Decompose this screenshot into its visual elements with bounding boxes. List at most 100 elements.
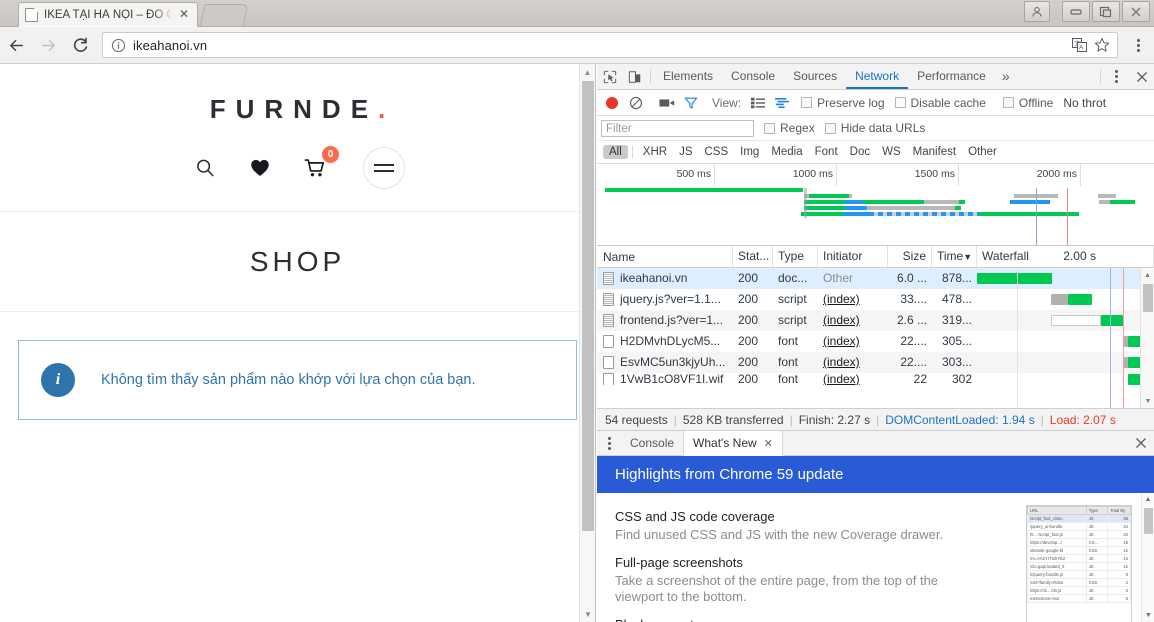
info-circle-icon[interactable] [111,38,126,53]
drawer-tab-console[interactable]: Console [621,431,683,455]
type-filter-doc[interactable]: Doc [844,145,876,159]
cell-type: script [778,292,807,306]
close-button[interactable] [1122,1,1150,22]
whats-new-scrollbar[interactable]: ▲ ▼ [1141,493,1154,622]
column-header-waterfall[interactable]: Waterfall 2.00 s [977,246,1154,267]
tab-sources[interactable]: Sources [784,64,846,89]
tab-elements[interactable]: Elements [654,64,722,89]
search-button[interactable] [190,153,220,183]
type-filter-other[interactable]: Other [962,145,1003,159]
menu-button[interactable] [363,147,405,189]
capture-screenshots-button[interactable] [655,91,679,115]
column-header-name[interactable]: Name [597,246,733,267]
type-filter-js[interactable]: JS [673,145,698,159]
whats-new-scrollbar-thumb[interactable] [1144,508,1153,534]
disable-cache-checkbox[interactable]: Disable cache [894,96,986,110]
reload-button[interactable] [64,29,96,61]
profile-button[interactable] [1024,1,1050,22]
type-filter-font[interactable]: Font [809,145,844,159]
cell-initiator[interactable]: (index) [818,310,888,331]
table-row[interactable]: ikeahanoi.vn 200 doc... Other 6.0 ... 87… [597,268,1154,289]
scroll-down-arrow-icon[interactable]: ▼ [580,606,595,622]
cart-button[interactable]: 0 [300,146,339,183]
initiator-link[interactable]: (index) [823,313,860,327]
cell-initiator[interactable]: (index) [818,352,888,373]
view-list-button[interactable] [746,91,770,115]
page-scrollbar-thumb[interactable] [582,81,594,531]
table-row[interactable]: frontend.js?ver=1... 200 script (index) … [597,310,1154,331]
scroll-down-arrow-icon[interactable]: ▼ [1141,394,1154,408]
hide-data-urls-checkbox[interactable]: Hide data URLs [824,121,925,135]
record-button[interactable] [600,91,624,115]
type-filter-media[interactable]: Media [765,145,808,159]
browser-menu-button[interactable] [1125,29,1151,61]
address-bar[interactable]: ikeahanoi.vn 文 A [102,32,1118,58]
filter-input[interactable]: Filter [601,119,754,137]
page-scrollbar[interactable]: ▲ ▼ [579,64,595,622]
view-waterfall-button[interactable] [770,91,794,115]
initiator-link[interactable]: (index) [823,355,860,369]
inspect-element-button[interactable] [597,64,622,89]
offline-checkbox[interactable]: Offline [1002,96,1053,110]
preserve-log-checkbox[interactable]: Preserve log [801,96,885,110]
forward-button[interactable] [32,29,64,61]
cell-initiator[interactable]: (index) [818,331,888,352]
site-logo[interactable]: FURNDE. [0,64,595,125]
column-header-type[interactable]: Type [773,246,818,267]
tab-performance[interactable]: Performance [908,64,995,89]
drawer-menu-button[interactable] [597,431,621,455]
throttling-select[interactable]: No throt [1063,96,1106,110]
type-filter-img[interactable]: Img [734,145,765,159]
table-row[interactable]: H2DMvhDLycM5... 200 font (index) 22.... … [597,331,1154,352]
requests-scrollbar-thumb[interactable] [1143,284,1153,312]
maximize-button[interactable] [1092,1,1120,22]
whats-new-item-title: Full-page screenshots [615,555,743,570]
tab-close-icon[interactable]: ✕ [177,8,191,22]
back-button[interactable] [0,29,32,61]
tab-network[interactable]: Network [846,64,909,89]
column-header-time[interactable]: Time▼ [932,246,977,267]
regex-checkbox[interactable]: Regex [764,121,815,135]
table-row[interactable]: jquery.js?ver=1.1... 200 script (index) … [597,289,1154,310]
drawer-close-button[interactable] [1128,431,1154,455]
drawer-tab-whats-new[interactable]: What's New ✕ [683,431,783,456]
scroll-up-arrow-icon[interactable]: ▲ [1142,493,1154,506]
site-header: FURNDE. 0 [0,64,595,212]
device-toolbar-button[interactable] [622,64,647,89]
devtools-close-button[interactable] [1129,64,1154,89]
scroll-up-arrow-icon[interactable]: ▲ [1141,268,1154,282]
browser-tab[interactable]: IKEA TẠI HÀ NỘI – ĐỒ GIA ✕ [18,2,198,27]
filter-toggle-button[interactable] [679,91,703,115]
requests-scrollbar[interactable]: ▲ ▼ [1140,268,1154,408]
initiator-link[interactable]: (index) [823,334,860,348]
wishlist-button[interactable] [245,153,275,183]
minimize-button[interactable] [1062,1,1090,22]
initiator-link[interactable]: (index) [823,373,860,385]
column-header-status[interactable]: Stat... [733,246,773,267]
scroll-up-arrow-icon[interactable]: ▲ [580,64,595,80]
whats-new-item: CSS and JS code coverage Find unused CSS… [615,509,970,543]
cell-initiator[interactable]: (index) [818,289,888,310]
clear-button[interactable] [624,91,648,115]
scroll-down-arrow-icon[interactable]: ▼ [1142,609,1154,622]
type-filter-xhr[interactable]: XHR [637,145,673,159]
network-overview-timeline[interactable]: 500 ms 1000 ms 1500 ms 2000 ms 2500 r [597,164,1154,246]
table-row[interactable]: 1VwB1cO8VF1I.wif 200 font (index) 22 302 [597,373,1154,385]
cell-initiator[interactable]: (index) [818,373,888,385]
column-header-initiator[interactable]: Initiator [818,246,888,267]
translate-icon[interactable]: 文 A [1069,34,1091,56]
initiator-link[interactable]: (index) [823,292,860,306]
type-filter-css[interactable]: CSS [698,145,734,159]
drawer-tab-close-icon[interactable]: ✕ [764,437,773,450]
new-tab-button[interactable] [199,4,249,26]
page-title: SHOP [249,245,346,277]
more-tabs-button[interactable]: » [995,64,1017,89]
table-row[interactable]: EsvMC5un3kjyUh... 200 font (index) 22...… [597,352,1154,373]
type-filter-manifest[interactable]: Manifest [907,145,962,159]
type-filter-ws[interactable]: WS [876,145,907,159]
star-icon[interactable] [1091,34,1113,56]
type-filter-all[interactable]: All [603,145,628,159]
column-header-size[interactable]: Size [888,246,932,267]
tab-console[interactable]: Console [722,64,784,89]
devtools-menu-button[interactable] [1104,64,1129,89]
